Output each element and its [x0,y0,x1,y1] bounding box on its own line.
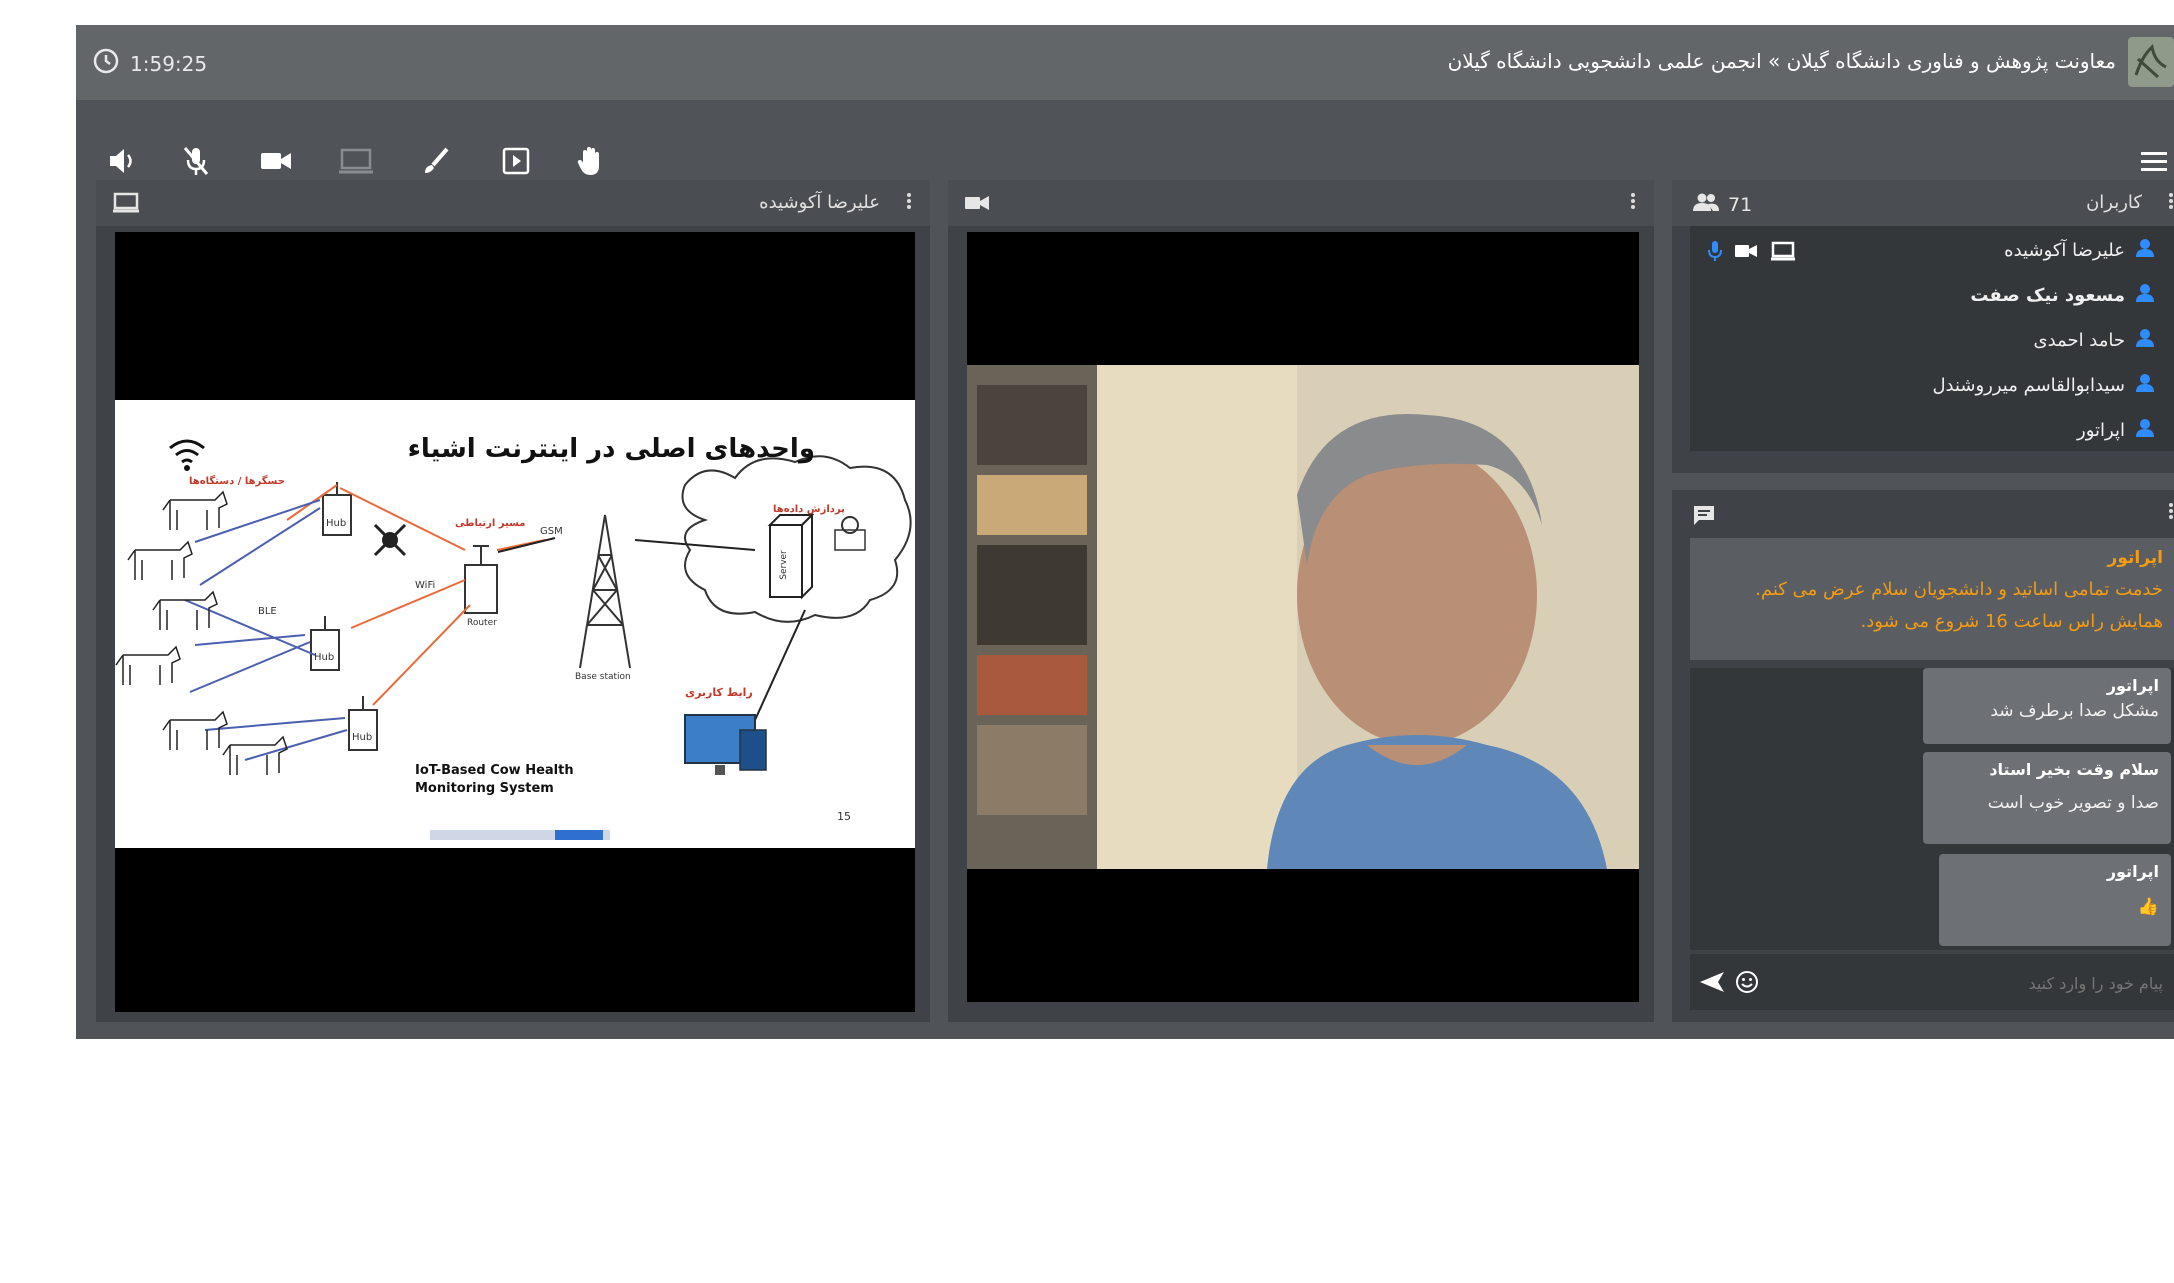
camera-icon[interactable] [256,141,296,181]
menu-icon[interactable] [2134,141,2174,181]
user-icon [2135,373,2155,398]
user-icon [2135,418,2155,443]
clock-icon [92,47,120,80]
system-title: IoT-Based Cow Health Monitoring System [415,763,574,796]
user-name: علیرضا آکوشیده [2004,240,2125,261]
base-station-label: Base station [575,672,631,682]
wifi-label: WiFi [415,580,436,591]
session-title: معاونت پژوهش و فناوری دانشگاه گیلان » ان… [1447,49,2116,73]
screen-share-icon[interactable] [336,141,376,181]
screen-share-header: علیرضا آکوشیده [96,180,930,226]
camera-small-icon [964,194,990,216]
speaker-video-frame [967,365,1639,869]
mic-off-icon[interactable] [176,141,216,181]
user-icon [2135,238,2155,263]
chat-panel: اپراتور خدمت تمامی اساتید و دانشجویان سل… [1672,490,2174,1022]
chat-message: اپراتور مشکل صدا برطرف شد [1923,668,2171,744]
screen-on-icon [1770,241,1796,265]
message-author: اپراتور [2106,676,2159,695]
conference-app: 1:59:25 معاونت پژوهش و فناوری دانشگاه گی… [76,25,2174,1039]
user-name: اپراتور [2077,420,2125,441]
user-icon [2135,328,2155,353]
raise-hand-icon[interactable] [570,141,610,181]
users-count-badge: 71 [1692,192,1752,217]
user-item[interactable]: علیرضا آکوشیده [2004,238,2155,263]
hub-label-2: Hub [314,652,335,663]
mic-icon [1708,240,1722,266]
camera-panel-header [948,180,1654,226]
user-item[interactable]: سیدابوالقاسم میرروشندل [1932,373,2155,398]
brush-icon[interactable] [416,141,456,181]
gsm-label: GSM [540,526,563,537]
message-text: صدا و تصویر خوب است [1987,793,2159,813]
router-label: Router [467,618,497,628]
user-name: مسعود نیک صفت [1970,285,2125,306]
timer-value: 1:59:25 [130,51,208,76]
user-media-status [1708,240,1796,266]
user-name: سیدابوالقاسم میرروشندل [1932,375,2125,396]
screen-icon [112,192,140,218]
user-icon [2135,283,2155,308]
chat-message: سلام وقت بخیر استاد صدا و تصویر خوب است [1923,752,2171,844]
chat-panel-header [1672,490,2174,536]
pinned-text: خدمت تمامی اساتید و دانشجویان سلام عرض م… [1755,579,2163,632]
users-count: 71 [1728,193,1753,216]
message-author: سلام وقت بخیر استاد [1989,760,2159,779]
emoji-icon[interactable] [1734,969,1760,999]
top-bar: 1:59:25 معاونت پژوهش و فناوری دانشگاه گی… [76,25,2174,100]
user-item[interactable]: مسعود نیک صفت [1970,283,2155,308]
users-panel: 71 کاربران علیرضا آکوشیده مسعود نیک صفت … [1672,180,2174,473]
server-label: Server [778,550,789,580]
webcam-view [967,232,1639,1002]
chat-input-bar [1690,954,2174,1010]
message-text: مشکل صدا برطرف شد [1990,701,2159,721]
user-item[interactable]: حامد احمدی [2034,328,2156,353]
processing-label: پردازش داده‌ها [773,504,845,515]
pinned-message: اپراتور خدمت تمامی اساتید و دانشجویان سل… [1690,538,2174,660]
screen-share-panel: علیرضا آکوشیده واحدهای اصلی در اینترنت ا… [96,180,930,1022]
users-options-icon[interactable] [2168,191,2174,213]
camera-on-icon [1734,243,1758,263]
send-icon[interactable] [1698,970,1726,998]
users-icon [1692,192,1720,217]
chat-message-input[interactable] [1801,964,2165,1002]
chat-message: اپراتور 👍 [1939,854,2171,946]
user-name: حامد احمدی [2033,330,2126,351]
sensors-label: حسگرها / دستگاه‌ها [189,476,285,487]
presenter-name: علیرضا آکوشیده [759,192,880,213]
gateway-label: مسیر ارتباطی [455,518,526,529]
shared-screen-view: واحدهای اصلی در اینترنت اشیاء حسگرها / د… [115,232,915,1012]
ble-label: BLE [258,606,277,617]
hub-label-3: Hub [352,732,373,743]
hub-label-1: Hub [326,518,347,529]
users-panel-title: کاربران [2086,192,2142,213]
present-icon[interactable] [496,141,536,181]
slide-title: واحدهای اصلی در اینترنت اشیاء [407,434,815,464]
camera-panel [948,180,1654,1022]
presentation-slide: واحدهای اصلی در اینترنت اشیاء حسگرها / د… [115,400,915,848]
speaker-icon[interactable] [102,141,142,181]
users-panel-header: 71 کاربران [1672,180,2174,226]
message-text: 👍 [2137,897,2159,917]
chat-options-icon[interactable] [2168,501,2174,523]
pinned-author: اپراتور [2107,548,2163,568]
session-timer: 1:59:25 [92,47,207,80]
slide-page-number: 15 [837,810,851,823]
chat-icon [1692,504,1716,530]
camera-options-icon[interactable] [1630,191,1636,213]
user-list: علیرضا آکوشیده مسعود نیک صفت حامد احمدی … [1690,226,2174,451]
university-logo-icon [2128,37,2174,87]
chat-messages: اپراتور مشکل صدا برطرف شد سلام وقت بخیر … [1690,668,2174,950]
user-interface-label: رابط کاربری [685,686,753,699]
message-author: اپراتور [2106,862,2159,881]
panel-options-icon[interactable] [906,191,912,213]
user-item[interactable]: اپراتور [2077,418,2155,443]
